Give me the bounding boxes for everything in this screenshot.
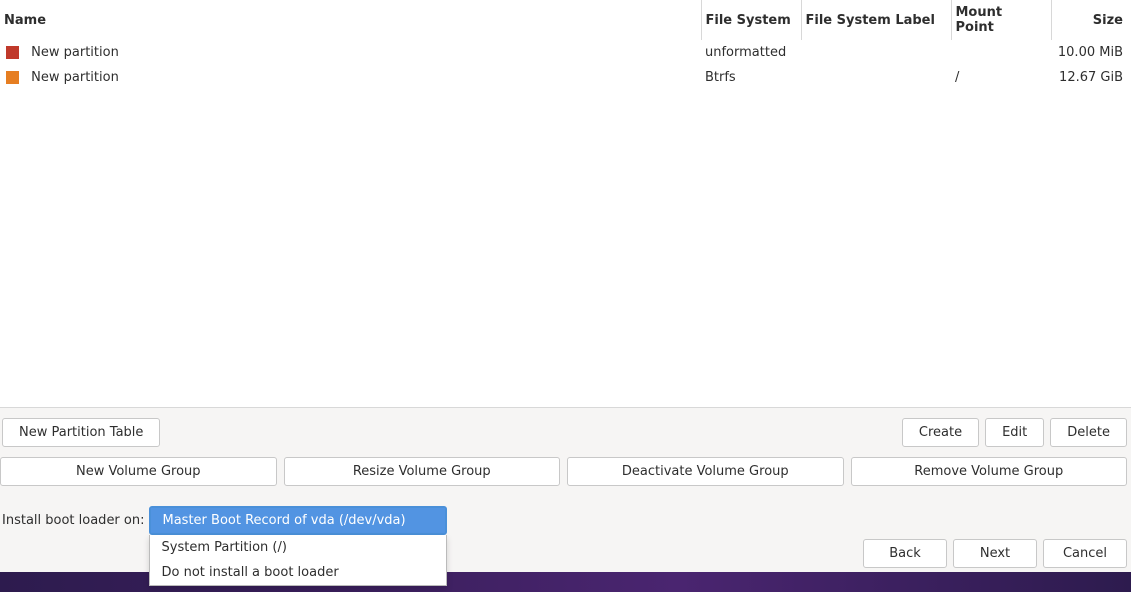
bootloader-label: Install boot loader on:: [2, 513, 145, 528]
partition-name: New partition: [31, 70, 119, 85]
partition-mount-point: [951, 40, 1051, 65]
partition-color-icon: [6, 46, 19, 59]
column-header-mount-point[interactable]: Mount Point: [951, 0, 1051, 40]
column-header-filesystem[interactable]: File System: [701, 0, 801, 40]
partition-size: 10.00 MiB: [1051, 40, 1131, 65]
dropdown-option[interactable]: System Partition (/): [150, 535, 446, 560]
bootloader-dropdown[interactable]: Master Boot Record of vda (/dev/vda): [149, 506, 447, 535]
partition-filesystem-label: [801, 40, 951, 65]
nav-buttons: Back Next Cancel: [863, 539, 1127, 568]
partition-name: New partition: [31, 45, 119, 60]
table-row[interactable]: New partition Btrfs / 12.67 GiB: [0, 65, 1131, 90]
dropdown-option-selected[interactable]: Master Boot Record of vda (/dev/vda): [151, 508, 445, 533]
partitioning-page: Name File System File System Label Mount…: [0, 0, 1131, 592]
edit-button[interactable]: Edit: [985, 418, 1044, 447]
new-partition-table-button[interactable]: New Partition Table: [2, 418, 160, 447]
partition-table-area: Name File System File System Label Mount…: [0, 0, 1131, 408]
column-header-size[interactable]: Size: [1051, 0, 1131, 40]
partition-size: 12.67 GiB: [1051, 65, 1131, 90]
bootloader-dropdown-list: System Partition (/) Do not install a bo…: [149, 535, 447, 586]
dropdown-option[interactable]: Do not install a boot loader: [150, 560, 446, 585]
column-header-filesystem-label[interactable]: File System Label: [801, 0, 951, 40]
new-volume-group-button[interactable]: New Volume Group: [0, 457, 277, 486]
deactivate-volume-group-button[interactable]: Deactivate Volume Group: [567, 457, 844, 486]
delete-button[interactable]: Delete: [1050, 418, 1127, 447]
toolbar: New Partition Table Create Edit Delete N…: [0, 408, 1131, 492]
partition-filesystem: unformatted: [701, 40, 801, 65]
partition-filesystem: Btrfs: [701, 65, 801, 90]
partition-filesystem-label: [801, 65, 951, 90]
next-button[interactable]: Next: [953, 539, 1037, 568]
partition-color-icon: [6, 71, 19, 84]
back-button[interactable]: Back: [863, 539, 947, 568]
bootloader-row: Install boot loader on: Master Boot Reco…: [2, 506, 1127, 535]
cancel-button[interactable]: Cancel: [1043, 539, 1127, 568]
resize-volume-group-button[interactable]: Resize Volume Group: [284, 457, 561, 486]
create-button[interactable]: Create: [902, 418, 979, 447]
partition-table: Name File System File System Label Mount…: [0, 0, 1131, 90]
toolbar-row-1: New Partition Table Create Edit Delete: [0, 414, 1131, 451]
remove-volume-group-button[interactable]: Remove Volume Group: [851, 457, 1128, 486]
table-row[interactable]: New partition unformatted 10.00 MiB: [0, 40, 1131, 65]
partition-mount-point: /: [951, 65, 1051, 90]
column-header-name[interactable]: Name: [0, 0, 701, 40]
toolbar-row-2: New Volume Group Resize Volume Group Dea…: [0, 451, 1131, 490]
